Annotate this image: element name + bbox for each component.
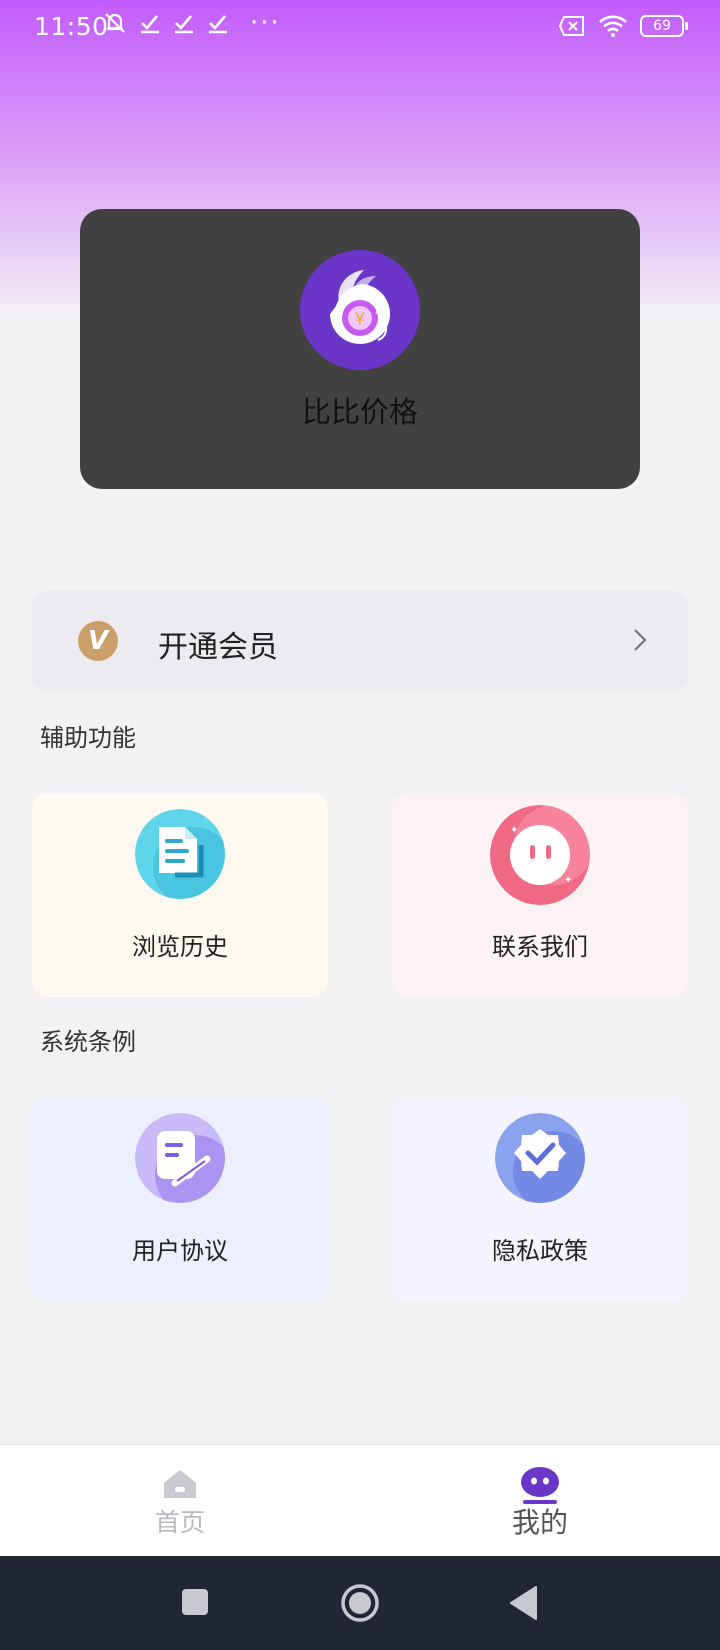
system-navigation-bar — [0, 1556, 720, 1650]
more-notifications-icon: ··· — [250, 8, 281, 38]
document-icon — [135, 809, 225, 899]
nav-mine-label: 我的 — [511, 1506, 568, 1539]
contact-us-button[interactable]: ✦ ✦ 联系我们 — [392, 793, 688, 997]
tile-label: 联系我们 — [492, 933, 588, 961]
status-system-icons: 69 — [558, 14, 688, 38]
recent-apps-icon[interactable] — [181, 1588, 209, 1616]
battery-level: 69 — [653, 18, 671, 34]
home-circle-icon[interactable] — [340, 1583, 380, 1623]
svg-text:✦: ✦ — [564, 875, 572, 886]
nav-home-tab[interactable]: 首页 — [0, 1445, 360, 1557]
nav-home-label: 首页 — [154, 1508, 205, 1537]
chevron-right-icon — [634, 629, 647, 651]
sim-disabled-icon — [558, 16, 584, 36]
check-icon — [209, 15, 227, 34]
check-icon — [175, 15, 193, 34]
profile-face-icon — [521, 1467, 559, 1504]
assist-section-title: 辅助功能 — [40, 724, 136, 752]
battery-indicator: 69 — [640, 15, 688, 37]
home-icon — [164, 1470, 196, 1498]
svg-text:¥: ¥ — [355, 309, 365, 328]
check-icon — [141, 15, 159, 34]
vip-icon: V — [78, 621, 118, 661]
svg-text:✦: ✦ — [510, 825, 518, 836]
bottom-navigation: 首页 我的 — [0, 1444, 720, 1556]
app-logo: ¥ — [300, 250, 420, 370]
user-agreement-button[interactable]: 用户协议 — [32, 1097, 328, 1301]
membership-label: 开通会员 — [158, 630, 278, 665]
app-logo-icon: ¥ — [300, 250, 420, 370]
open-membership-button[interactable]: V 开通会员 — [32, 590, 688, 692]
chat-face-icon: ✦ ✦ — [490, 805, 590, 905]
tile-label: 用户协议 — [132, 1237, 228, 1265]
agreement-icon — [135, 1113, 225, 1203]
profile-card: ¥ 比比价格 — [80, 209, 640, 489]
status-bar: 11:50 ··· 69 — [0, 0, 720, 56]
browse-history-button[interactable]: 浏览历史 — [32, 793, 328, 997]
tile-label: 浏览历史 — [132, 933, 228, 961]
mute-bell-icon — [105, 13, 125, 33]
status-time: 11:50 — [34, 12, 109, 41]
shield-check-icon — [495, 1113, 585, 1203]
tile-label: 隐私政策 — [492, 1237, 588, 1265]
status-notification-icons — [102, 10, 230, 36]
app-name: 比比价格 — [301, 395, 418, 429]
wifi-icon — [599, 15, 627, 37]
nav-mine-tab[interactable]: 我的 — [360, 1445, 720, 1557]
back-triangle-icon[interactable] — [508, 1585, 538, 1621]
privacy-policy-button[interactable]: 隐私政策 — [392, 1097, 688, 1301]
system-section-title: 系统条例 — [40, 1028, 136, 1056]
